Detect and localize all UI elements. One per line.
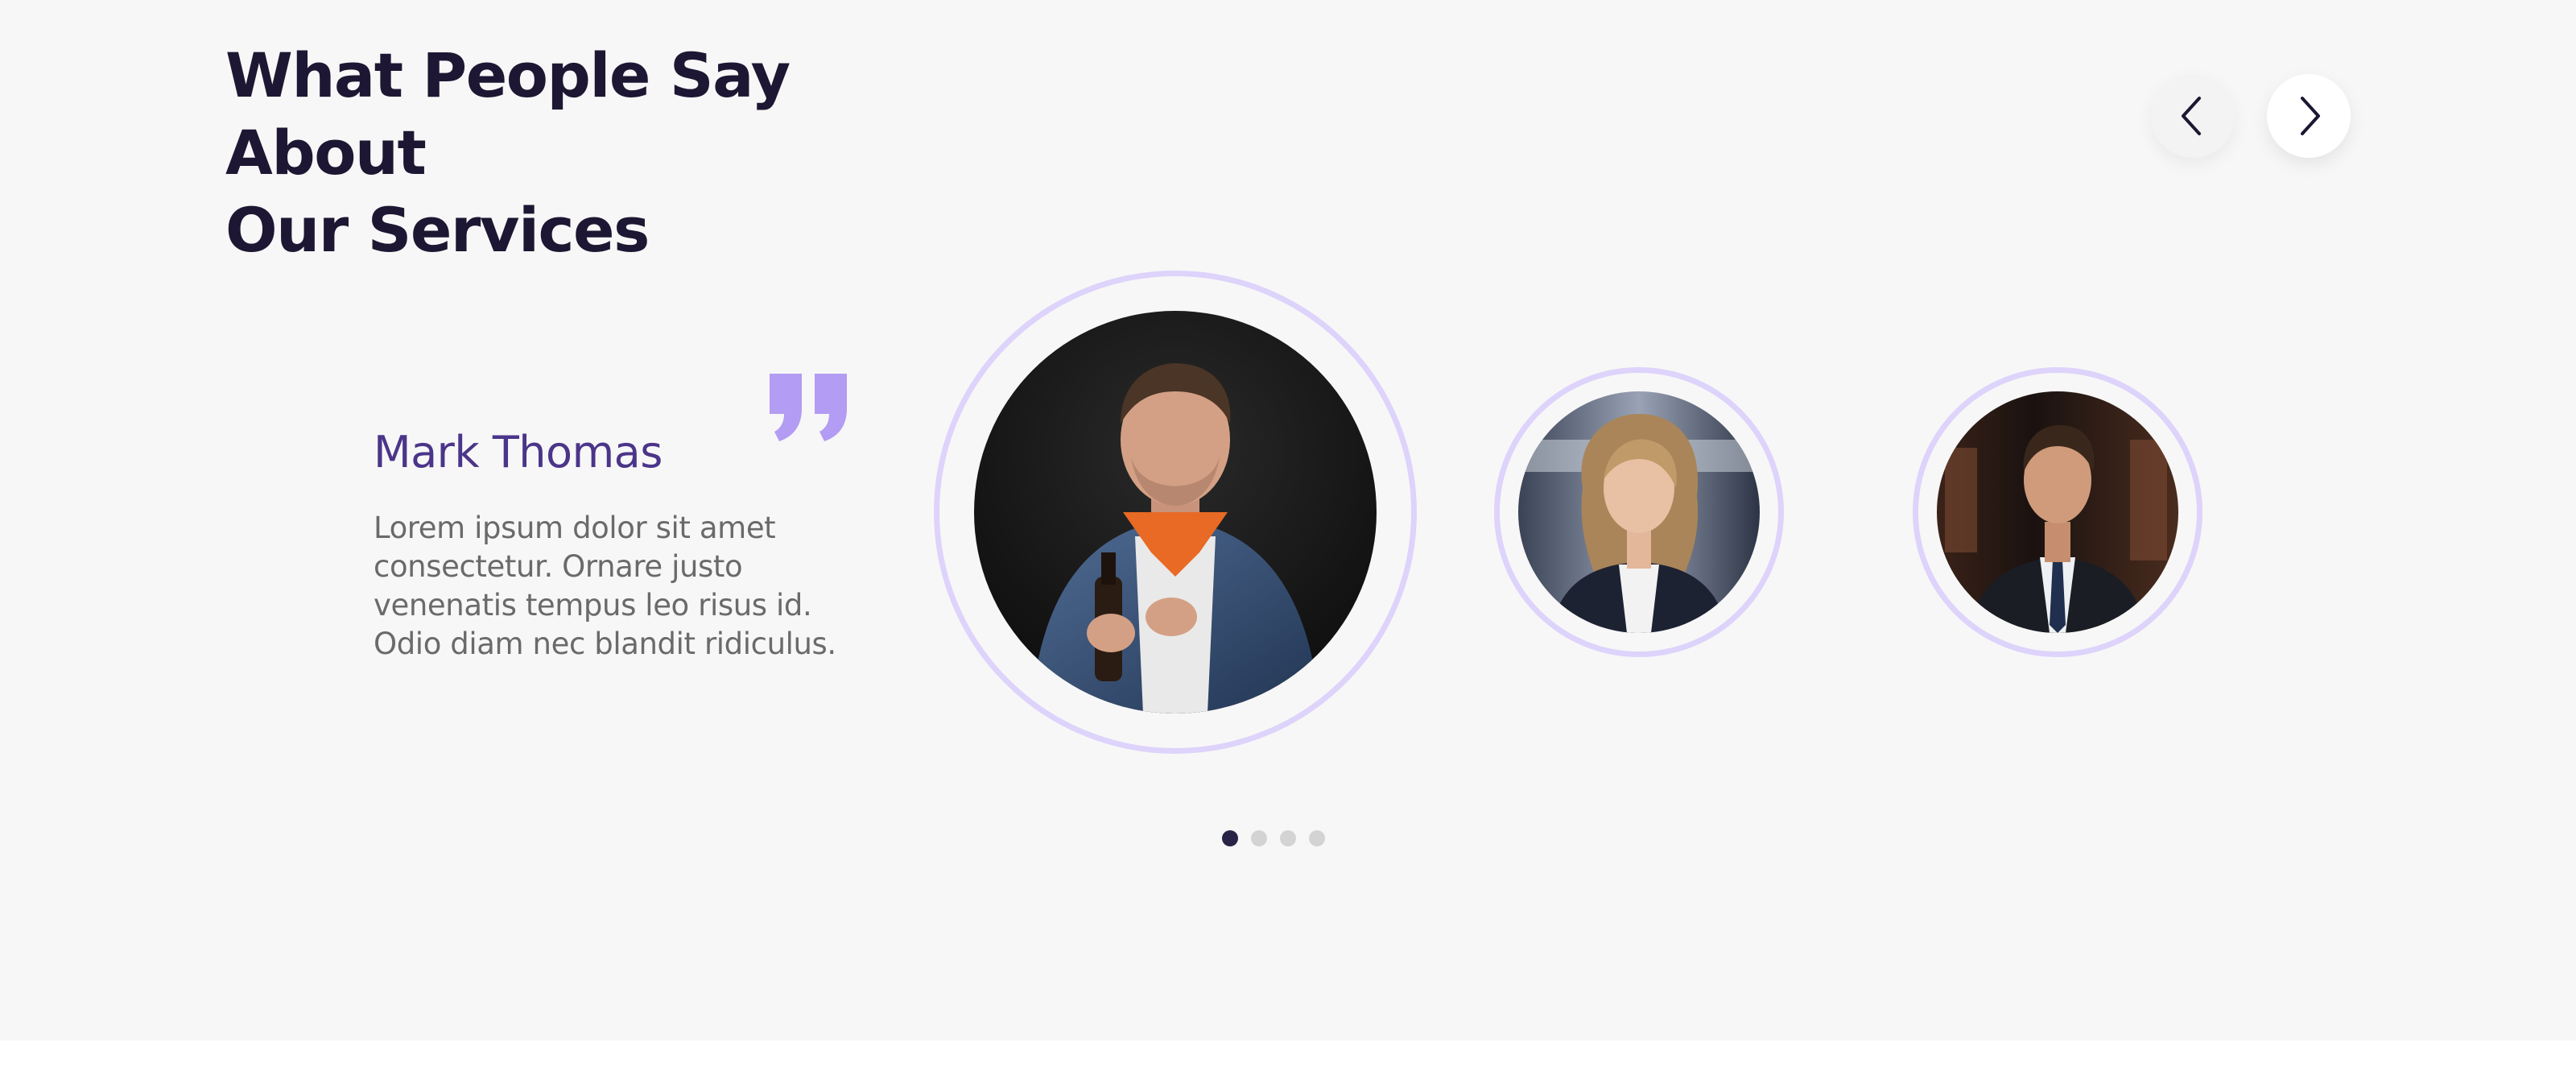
heading-line-2: Our Services	[225, 194, 650, 266]
chevron-left-icon	[2182, 97, 2201, 135]
pagination-dot-1[interactable]	[1222, 830, 1238, 846]
testimonial-author-name: Mark Thomas	[374, 427, 663, 478]
avatar-mark-thomas	[974, 311, 1377, 714]
testimonials-section: What People Say About Our Services Mark …	[0, 0, 2576, 1040]
carousel-pagination	[1222, 830, 1325, 846]
next-button[interactable]	[2267, 74, 2351, 158]
avatar-businessman[interactable]	[1937, 391, 2178, 633]
pagination-dot-2[interactable]	[1251, 830, 1267, 846]
previous-button[interactable]	[2151, 74, 2235, 158]
pagination-dot-3[interactable]	[1280, 830, 1296, 846]
pagination-dot-4[interactable]	[1309, 830, 1325, 846]
avatar-businesswoman[interactable]	[1518, 391, 1760, 633]
section-heading: What People Say About Our Services	[225, 37, 950, 269]
chevron-right-icon	[2301, 97, 2320, 135]
quote-icon	[770, 374, 847, 441]
heading-line-1: What People Say About	[225, 39, 791, 188]
testimonial-text: Lorem ipsum dolor sit amet consectetur. …	[374, 511, 836, 661]
